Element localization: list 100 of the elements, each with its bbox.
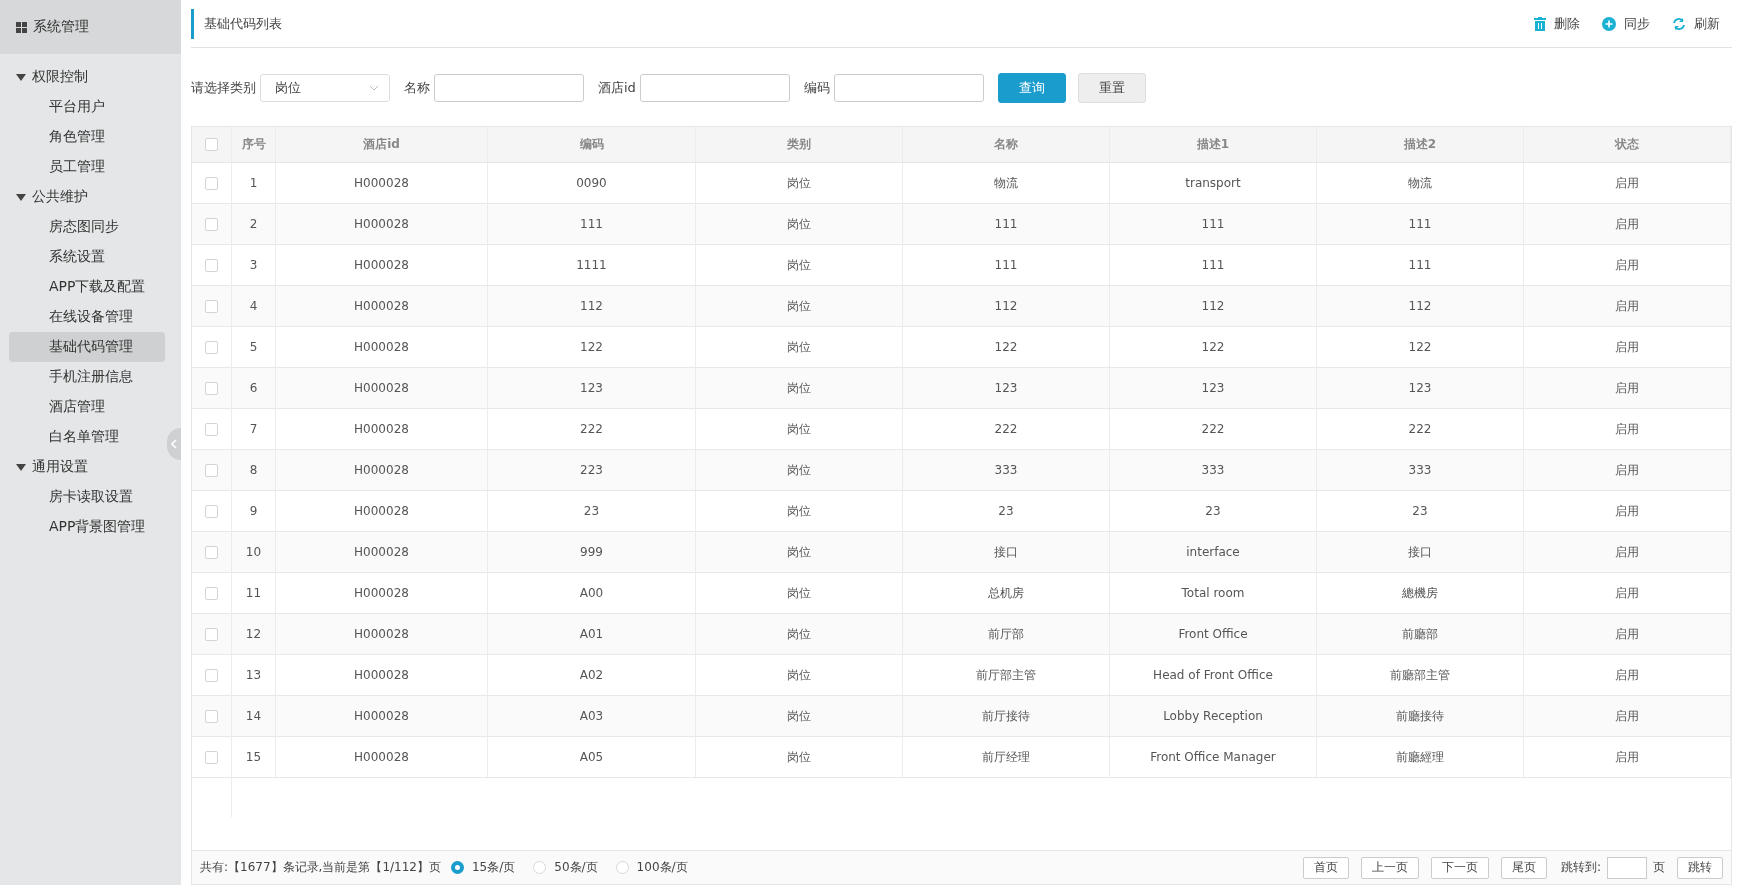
sidebar-item[interactable]: 在线设备管理 — [9, 302, 165, 332]
table-cell: 333 — [903, 450, 1110, 490]
table-cell: 岗位 — [696, 450, 903, 490]
table-cell: H000028 — [276, 737, 488, 777]
table-cell: Front Office Manager — [1110, 737, 1317, 777]
page-button[interactable]: 尾页 — [1500, 856, 1547, 879]
checkbox[interactable] — [205, 627, 218, 641]
field-label: 酒店id — [598, 79, 636, 97]
table-cell: 启用 — [1524, 491, 1731, 531]
table-cell: 启用 — [1524, 368, 1731, 408]
sidebar-group[interactable]: 公共维护 — [32, 188, 88, 206]
checkbox[interactable] — [205, 463, 218, 477]
trash-icon — [1534, 16, 1546, 31]
table-cell: 启用 — [1524, 696, 1731, 736]
sidebar-item[interactable]: APP下载及配置 — [9, 272, 165, 302]
checkbox[interactable] — [205, 709, 218, 723]
table-cell: 物流 — [903, 163, 1110, 203]
table-cell: 启用 — [1524, 245, 1731, 285]
page-input[interactable] — [1607, 856, 1647, 879]
table-cell: A01 — [488, 614, 696, 654]
input-field[interactable] — [639, 74, 790, 102]
checkbox[interactable] — [205, 217, 218, 231]
caret-icon[interactable] — [16, 193, 26, 201]
table-cell: 111 — [488, 204, 696, 244]
checkbox[interactable] — [205, 138, 218, 151]
sidebar-item[interactable]: 员工管理 — [9, 152, 165, 182]
jump-button[interactable]: 跳转 — [1677, 856, 1723, 879]
table-cell: 112 — [1317, 286, 1524, 326]
checkbox[interactable] — [205, 340, 218, 354]
input-field[interactable] — [833, 74, 984, 102]
sidebar-title: 系统管理 — [33, 18, 89, 36]
sidebar-item[interactable]: 房卡读取设置 — [9, 482, 165, 512]
reset-button[interactable]: 重置 — [1077, 73, 1146, 103]
table-cell: 2 — [232, 204, 276, 244]
table-cell: 启用 — [1524, 327, 1731, 367]
checkbox[interactable] — [205, 545, 218, 559]
column-header: 酒店id — [276, 127, 488, 162]
column-header: 描述1 — [1110, 127, 1317, 162]
category-select[interactable]: 岗位 — [260, 74, 390, 102]
select-value: 岗位 — [275, 79, 301, 97]
field-label: 请选择类别 — [191, 79, 256, 97]
checkbox[interactable] — [205, 750, 218, 764]
checkbox[interactable] — [205, 176, 218, 190]
sidebar-group[interactable]: 通用设置 — [32, 458, 88, 476]
table-cell: 111 — [903, 245, 1110, 285]
sidebar-item[interactable]: 房态图同步 — [9, 212, 165, 242]
table-cell: interface — [1110, 532, 1317, 572]
table-cell: 123 — [488, 368, 696, 408]
column-header: 名称 — [903, 127, 1110, 162]
table-cell: H000028 — [276, 163, 488, 203]
sidebar-item[interactable]: 手机注册信息 — [9, 362, 165, 392]
table-cell: 122 — [1317, 327, 1524, 367]
sidebar-item[interactable]: APP背景图管理 — [9, 512, 165, 542]
table-cell: transport — [1110, 163, 1317, 203]
table-cell: 9 — [232, 491, 276, 531]
table-cell: Total room — [1110, 573, 1317, 613]
sidebar-item[interactable]: 平台用户 — [9, 92, 165, 122]
page-button[interactable]: 上一页 — [1360, 856, 1419, 879]
table-cell: 启用 — [1524, 737, 1731, 777]
table-cell: 3 — [232, 245, 276, 285]
checkbox[interactable] — [205, 668, 218, 682]
table-cell: 111 — [1110, 245, 1317, 285]
collapse-handle[interactable] — [167, 428, 181, 460]
page-size-option[interactable]: 100条/页 — [615, 859, 688, 876]
sidebar-item[interactable]: 系统设置 — [9, 242, 165, 272]
table-cell: H000028 — [276, 286, 488, 326]
field-label: 编码 — [803, 79, 830, 97]
page-button[interactable]: 下一页 — [1430, 856, 1489, 879]
table-cell: Lobby Reception — [1110, 696, 1317, 736]
checkbox[interactable] — [205, 258, 218, 272]
sidebar-item[interactable]: 酒店管理 — [9, 392, 165, 422]
table-cell: 11 — [232, 573, 276, 613]
page-size-option[interactable]: 50条/页 — [533, 859, 598, 876]
toolbar-button[interactable]: 刷新 — [1672, 14, 1720, 33]
caret-icon[interactable] — [16, 463, 26, 471]
page-size-option[interactable]: 15条/页 — [451, 859, 516, 876]
table-cell: 111 — [1317, 204, 1524, 244]
caret-icon[interactable] — [16, 73, 26, 81]
table-cell: 岗位 — [696, 491, 903, 531]
input-field[interactable] — [434, 74, 584, 102]
checkbox[interactable] — [205, 586, 218, 600]
sidebar-item[interactable]: 角色管理 — [9, 122, 165, 152]
toolbar-button[interactable]: 删除 — [1534, 14, 1580, 33]
table-cell: 15 — [232, 737, 276, 777]
table-cell: 岗位 — [696, 245, 903, 285]
table-cell: 岗位 — [696, 409, 903, 449]
checkbox[interactable] — [205, 299, 218, 313]
table-cell: 122 — [488, 327, 696, 367]
checkbox[interactable] — [205, 422, 218, 436]
sidebar-group[interactable]: 权限控制 — [32, 68, 88, 86]
table-cell: 999 — [488, 532, 696, 572]
page-button[interactable]: 首页 — [1302, 856, 1349, 879]
checkbox[interactable] — [205, 504, 218, 518]
table-cell: H000028 — [276, 696, 488, 736]
toolbar-button[interactable]: 同步 — [1602, 14, 1650, 33]
table-cell: Head of Front Office — [1110, 655, 1317, 695]
sidebar-item[interactable]: 基础代码管理 — [9, 332, 165, 362]
checkbox[interactable] — [205, 381, 218, 395]
sidebar-item[interactable]: 白名单管理 — [9, 422, 165, 452]
table-cell: 222 — [903, 409, 1110, 449]
